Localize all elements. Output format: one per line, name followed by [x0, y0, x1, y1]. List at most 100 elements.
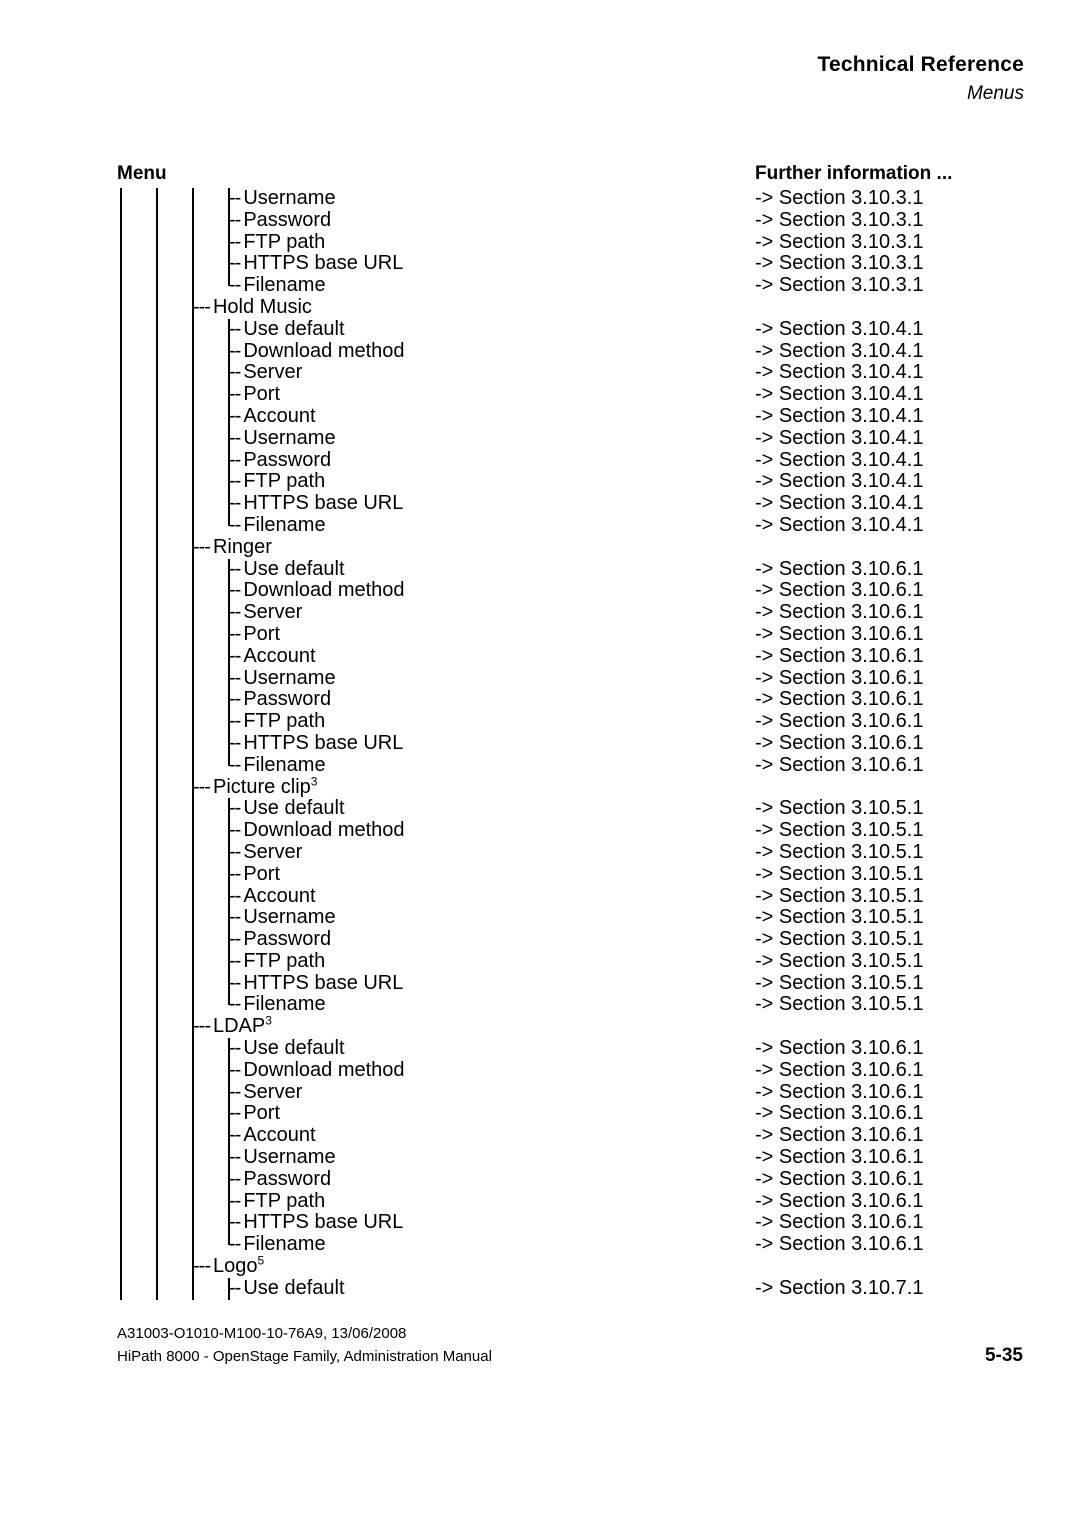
menu-item-label: -- Username	[229, 667, 336, 690]
menu-item-label: -- Account	[229, 1124, 316, 1147]
menu-item-label: -- FTP path	[229, 710, 325, 733]
section-reference: -> Section 3.10.6.1	[755, 1102, 924, 1125]
section-reference: -> Section 3.10.6.1	[755, 579, 924, 602]
menu-item-text: Port	[243, 1102, 281, 1125]
tree-dash-icon: --	[229, 1037, 241, 1060]
menu-item-text: Download method	[243, 1058, 405, 1081]
menu-item-label: -- Download method	[229, 819, 405, 842]
section-reference: -> Section 3.10.6.1	[755, 753, 924, 776]
tree-dash-icon: --	[229, 252, 241, 275]
menu-item-label: -- Username	[229, 906, 336, 929]
tree-dash-icon: --	[229, 579, 241, 602]
menu-tree-row: -- Account -> Section 3.10.4.1	[0, 404, 1080, 428]
menu-item-label: -- HTTPS base URL	[229, 492, 403, 515]
menu-item-label: -- Password	[229, 928, 332, 951]
section-reference: -> Section 3.10.3.1	[755, 187, 924, 209]
menu-item-label: -- Filename	[229, 274, 326, 297]
menu-tree-rows: -- Username -> Section 3.10.3.1 -- Password -…	[0, 187, 1080, 1300]
menu-tree-row: -- Password -> Section 3.10.6.1	[0, 688, 1080, 712]
menu-item-text: Password	[243, 448, 332, 471]
menu-tree-row: -- Server -> Section 3.10.6.1	[0, 1081, 1080, 1104]
menu-tree-row: -- Use default -> Section 3.10.4.1	[0, 318, 1080, 341]
tree-dash-icon: --	[229, 644, 241, 667]
menu-tree-row: -- Filename -> Section 3.10.6.1	[0, 1233, 1080, 1256]
page-running-head: Technical Reference Menus	[818, 52, 1025, 106]
menu-tree: -- Username -> Section 3.10.3.1 -- Password -…	[0, 187, 1080, 1300]
menu-tree-row: -- Username -> Section 3.10.3.1	[0, 187, 1080, 210]
section-reference: -> Section 3.10.6.1	[755, 1189, 924, 1212]
section-reference: -> Section 3.10.5.1	[755, 949, 924, 972]
section-reference: -> Section 3.10.6.1	[755, 1211, 924, 1234]
tree-dash-icon: --	[229, 426, 241, 449]
tree-dash-icon: ---	[193, 535, 211, 558]
menu-tree-row: -- Use default -> Section 3.10.5.1	[0, 797, 1080, 821]
menu-item-text: Filename	[243, 513, 326, 536]
tree-dash-icon: --	[229, 404, 241, 427]
menu-tree-row: -- FTP path -> Section 3.10.4.1	[0, 470, 1080, 494]
menu-item-text: Use default	[243, 797, 345, 820]
menu-item-text: Port	[243, 622, 281, 645]
section-reference: -> Section 3.10.4.1	[755, 492, 924, 515]
menu-item-label: -- Use default	[229, 557, 345, 581]
menu-item-label: -- Password	[229, 688, 331, 711]
menu-tree-row: -- Username -> Section 3.10.6.1	[0, 667, 1080, 690]
menu-tree-row: -- Password -> Section 3.10.5.1	[0, 928, 1080, 951]
footer-document-id: A31003-O1010-M100-10-76A9, 13/06/2008	[117, 1325, 407, 1342]
menu-item-text: HTTPS base URL	[243, 252, 404, 275]
menu-tree-row: -- Server -> Section 3.10.5.1	[0, 841, 1080, 864]
tree-dash-icon: --	[229, 862, 241, 885]
tree-dash-icon: --	[229, 230, 241, 253]
tree-dash-icon: --	[229, 1102, 241, 1125]
menu-tree-row: -- FTP path -> Section 3.10.6.1	[0, 1189, 1080, 1213]
page-number: 5-35	[984, 1345, 1023, 1366]
menu-tree-row: --- Picture clip3	[0, 775, 1080, 799]
tree-dash-icon: --	[229, 361, 241, 384]
section-reference: -> Section 3.10.7.1	[755, 1276, 924, 1299]
menu-item-text: FTP path	[243, 470, 326, 493]
section-reference: -> Section 3.10.6.1	[755, 622, 924, 645]
menu-tree-row: -- HTTPS base URL -> Section 3.10.3.1	[0, 252, 1080, 276]
menu-item-label: -- Server	[229, 841, 302, 864]
section-reference: -> Section 3.10.6.1	[755, 731, 924, 754]
menu-item-label: -- Server	[229, 1081, 302, 1104]
section-reference: -> Section 3.10.5.1	[755, 906, 924, 929]
tree-dash-icon: --	[229, 1058, 241, 1081]
menu-item-text: Account	[243, 1124, 316, 1147]
menu-item-text: Account	[243, 884, 316, 907]
menu-item-text: Username	[243, 187, 336, 209]
menu-item-label: -- Port	[229, 1103, 280, 1125]
tree-dash-icon: --	[229, 688, 241, 711]
section-reference: -> Section 3.10.4.1	[755, 339, 924, 362]
menu-item-text: Use default	[243, 557, 345, 580]
menu-item-label: -- Port	[229, 862, 280, 886]
menu-item-label: -- Use default	[229, 1277, 345, 1300]
tree-dash-icon: --	[229, 339, 241, 362]
section-reference: -> Section 3.10.6.1	[755, 1037, 924, 1060]
menu-tree-row: -- Use default -> Section 3.10.6.1	[0, 1037, 1080, 1060]
menu-item-text: Username	[243, 426, 336, 449]
menu-item-text: Password	[243, 928, 332, 951]
menu-item-label: --- LDAP3	[193, 1015, 272, 1038]
menu-tree-row: -- Username -> Section 3.10.5.1	[0, 906, 1080, 930]
menu-item-text: Picture clip	[212, 775, 311, 798]
section-reference: -> Section 3.10.3.1	[755, 252, 924, 275]
running-head-title: Technical Reference	[817, 53, 1024, 76]
section-reference: -> Section 3.10.4.1	[755, 361, 924, 384]
page-footer: A31003-O1010-M100-10-76A9, 13/06/2008 Hi…	[117, 1322, 492, 1369]
column-heading-menu: Menu	[117, 163, 167, 184]
menu-item-text: FTP path	[243, 1189, 326, 1212]
menu-tree-row: -- Use default -> Section 3.10.7.1	[0, 1276, 1080, 1300]
tree-dash-icon: --	[229, 971, 241, 994]
menu-item-label: -- Account	[229, 644, 316, 668]
menu-item-label: --- Picture clip3	[193, 775, 317, 799]
section-reference: -> Section 3.10.5.1	[755, 819, 924, 842]
menu-item-text: Filename	[243, 1233, 326, 1256]
menu-item-label: -- Username	[229, 426, 336, 450]
tree-dash-icon: --	[229, 1146, 241, 1169]
menu-tree-row: -- Filename -> Section 3.10.3.1	[0, 274, 1080, 297]
menu-tree-row: -- HTTPS base URL -> Section 3.10.5.1	[0, 971, 1080, 995]
menu-tree-row: -- Filename -> Section 3.10.5.1	[0, 994, 1080, 1016]
menu-item-text: Port	[243, 383, 281, 406]
tree-dash-icon: ---	[193, 775, 211, 798]
menu-item-text: FTP path	[243, 230, 326, 253]
